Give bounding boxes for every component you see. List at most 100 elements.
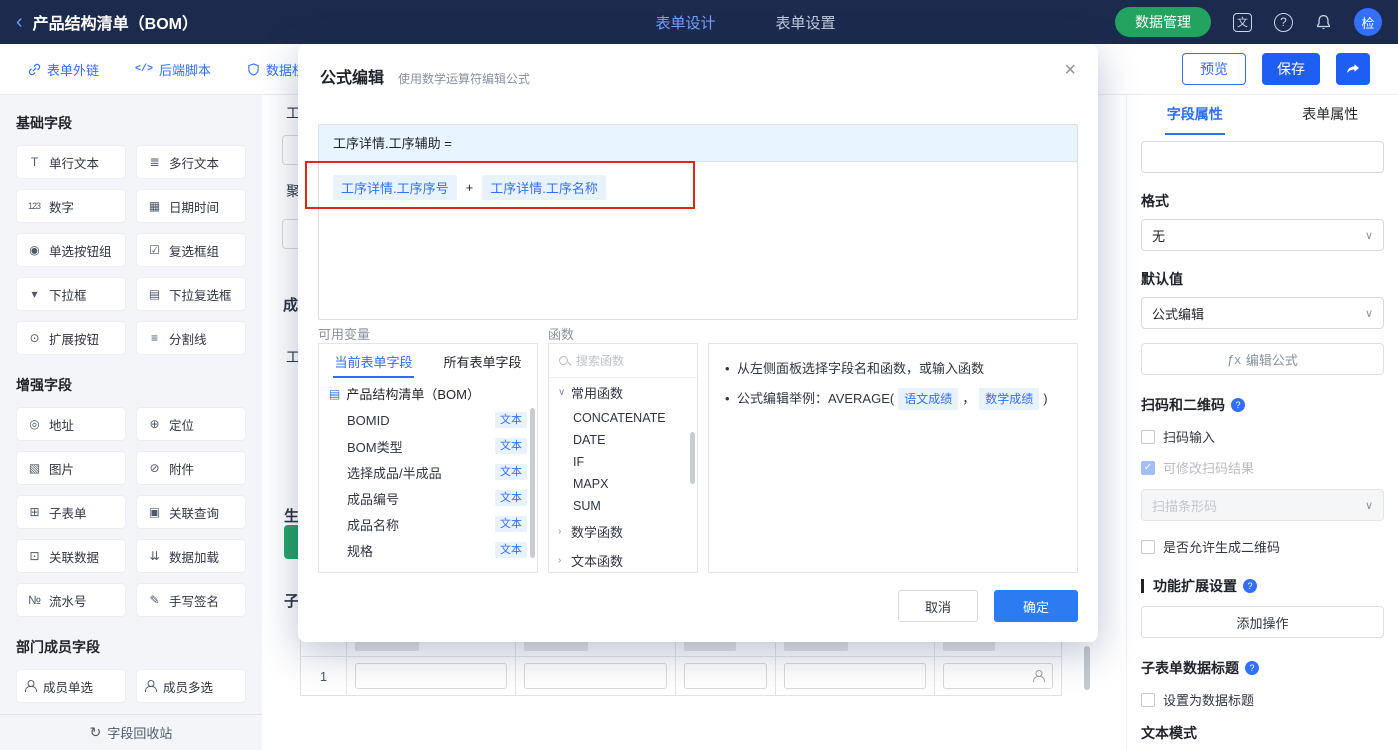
- number-icon: 123: [27, 201, 41, 211]
- formula-editor-box: 工序详情.工序辅助 = 工序详情.工序序号 + 工序详情.工序名称: [318, 124, 1078, 320]
- cell-input[interactable]: [354, 663, 508, 689]
- field-recycle-bin[interactable]: ↻ 字段回收站: [0, 714, 262, 750]
- tab-form-properties[interactable]: 表单属性: [1263, 95, 1398, 135]
- data-manage-button[interactable]: 数据管理: [1115, 7, 1211, 37]
- variable-row[interactable]: BOMID 文本: [319, 407, 537, 433]
- confirm-button[interactable]: 确定: [994, 590, 1078, 622]
- form-external-link[interactable]: 表单外链: [28, 60, 99, 79]
- modify-result-row: 可修改扫码结果: [1141, 458, 1384, 477]
- field-item-label: 关联查询: [169, 506, 220, 521]
- field-item-number[interactable]: 123 数字: [16, 189, 126, 223]
- save-button[interactable]: 保存: [1262, 53, 1320, 85]
- field-item-address[interactable]: ◎ 地址: [16, 407, 126, 441]
- tab-field-properties[interactable]: 字段属性: [1127, 95, 1263, 135]
- cell-input[interactable]: [783, 663, 927, 689]
- share-arrow-icon: [1345, 61, 1361, 77]
- scan-input-checkbox[interactable]: [1141, 429, 1155, 444]
- allow-qrcode-checkbox[interactable]: [1141, 539, 1155, 554]
- share-button[interactable]: [1336, 53, 1370, 85]
- variable-row[interactable]: 规格 文本: [319, 537, 537, 563]
- add-action-button[interactable]: 添加操作: [1141, 606, 1384, 638]
- canvas-scrollbar[interactable]: [1084, 646, 1090, 690]
- field-item-member-single[interactable]: 成员单选: [16, 669, 126, 703]
- field-item-radio-group[interactable]: ◉ 单选按钮组: [16, 233, 126, 267]
- formula-chip-1[interactable]: 工序详情.工序序号: [333, 175, 457, 200]
- formula-chip-2[interactable]: 工序详情.工序名称: [482, 175, 606, 200]
- function-item-sum[interactable]: SUM: [549, 495, 697, 517]
- variable-row[interactable]: 成品编号 文本: [319, 485, 537, 511]
- function-item-date[interactable]: DATE: [549, 429, 697, 451]
- field-item-signature[interactable]: ✎ 手写签名: [136, 583, 246, 617]
- field-item-checkbox-group[interactable]: ☑ 复选框组: [136, 233, 246, 267]
- field-item-dropdown[interactable]: ▾ 下拉框: [16, 277, 126, 311]
- field-item-attachment[interactable]: ⊘ 附件: [136, 451, 246, 485]
- cell-input[interactable]: [524, 663, 667, 689]
- variable-row[interactable]: BOM类型 文本: [319, 433, 537, 459]
- barcode-select: 扫描条形码 ∨: [1141, 489, 1384, 521]
- default-value-select[interactable]: 公式编辑 ∨: [1141, 297, 1384, 329]
- tab-current-form-fields[interactable]: 当前表单字段: [319, 344, 428, 378]
- variable-type-tag: 文本: [495, 490, 527, 506]
- edit-formula-button[interactable]: ƒx 编辑公式: [1141, 343, 1384, 375]
- field-item-single-line-text[interactable]: T 单行文本: [16, 145, 126, 179]
- functions-panel: ∨ 常用函数 CONCATENATE DATE IF MAPX SUM › 数学…: [548, 343, 698, 573]
- cell-input[interactable]: [684, 663, 767, 689]
- close-icon[interactable]: ×: [1064, 60, 1076, 80]
- variable-row[interactable]: 选择成品/半成品 文本: [319, 459, 537, 485]
- field-item-serial-number[interactable]: № 流水号: [16, 583, 126, 617]
- field-item-location[interactable]: ⊕ 定位: [136, 407, 246, 441]
- field-item-subform[interactable]: ⊞ 子表单: [16, 495, 126, 529]
- tab-all-form-fields[interactable]: 所有表单字段: [428, 344, 537, 378]
- field-title-input[interactable]: [1141, 141, 1384, 173]
- chevron-down-icon: ∨: [1364, 229, 1373, 242]
- backend-script-link[interactable]: </> 后端脚本: [135, 60, 211, 79]
- field-item-member-multi[interactable]: 成员多选: [136, 669, 246, 703]
- preview-button[interactable]: 预览: [1182, 53, 1246, 85]
- cancel-button[interactable]: 取消: [898, 590, 978, 622]
- field-item-multi-line-text[interactable]: ≣ 多行文本: [136, 145, 246, 179]
- question-icon[interactable]: ?: [1243, 579, 1257, 593]
- function-item-mapx[interactable]: MAPX: [549, 473, 697, 495]
- function-group-text[interactable]: › 文本函数: [549, 546, 697, 572]
- field-item-label: 分割线: [169, 332, 207, 347]
- function-item-if[interactable]: IF: [549, 451, 697, 473]
- scan-section-title: 扫码和二维码: [1141, 397, 1225, 413]
- bell-icon[interactable]: [1315, 14, 1332, 31]
- question-icon[interactable]: ?: [1231, 398, 1245, 412]
- functions-scrollbar[interactable]: [690, 432, 695, 484]
- dropdown-icon: ▾: [31, 287, 37, 301]
- variables-scrollbar[interactable]: [530, 408, 535, 558]
- field-item-extend-button[interactable]: ⊙ 扩展按钮: [16, 321, 126, 355]
- avatar[interactable]: 检: [1354, 8, 1382, 36]
- nav-form-settings[interactable]: 表单设置: [776, 12, 836, 33]
- member-cell-input[interactable]: [943, 663, 1053, 689]
- language-icon[interactable]: 文: [1233, 12, 1252, 32]
- field-item-datetime[interactable]: ▦ 日期时间: [136, 189, 246, 223]
- chevron-right-icon: ›: [558, 555, 562, 566]
- variables-tree-root[interactable]: ▤ 产品结构清单（BOM）: [319, 378, 537, 407]
- function-group-common[interactable]: ∨ 常用函数: [549, 378, 697, 407]
- field-item-linked-data[interactable]: ⊡ 关联数据: [16, 539, 126, 573]
- format-select[interactable]: 无 ∨: [1141, 219, 1384, 251]
- modify-result-checkbox[interactable]: [1141, 460, 1155, 475]
- help-icon[interactable]: ?: [1274, 12, 1293, 32]
- field-item-divider[interactable]: ≡ 分割线: [136, 321, 246, 355]
- field-item-label: 定位: [169, 418, 195, 433]
- set-data-title-checkbox[interactable]: [1141, 692, 1155, 707]
- field-item-lookup[interactable]: ▣ 关联查询: [136, 495, 246, 529]
- field-item-data-load[interactable]: ⇊ 数据加载: [136, 539, 246, 573]
- variable-row[interactable]: 成品名称 文本: [319, 511, 537, 537]
- function-search-input[interactable]: [576, 353, 688, 368]
- question-icon[interactable]: ?: [1245, 661, 1259, 675]
- formula-input-area[interactable]: 工序详情.工序序号 + 工序详情.工序名称: [319, 162, 1077, 213]
- field-item-dropdown-multi[interactable]: ▤ 下拉复选框: [136, 277, 246, 311]
- basic-fields-grid: T 单行文本 ≣ 多行文本 123 数字 ▦ 日期时间 ◉ 单选按钮组 ☑ 复选框组 ▾ 下拉…: [16, 145, 246, 355]
- back-icon[interactable]: ‹: [16, 12, 23, 32]
- field-item-label: 多行文本: [169, 156, 220, 171]
- nav-form-design[interactable]: 表单设计: [655, 12, 715, 33]
- function-group-math[interactable]: › 数学函数: [549, 517, 697, 546]
- field-item-image[interactable]: ▧ 图片: [16, 451, 126, 485]
- field-item-label: 下拉复选框: [169, 288, 232, 303]
- function-item-concatenate[interactable]: CONCATENATE: [549, 407, 697, 429]
- header-right: 数据管理 文 ? 检: [1115, 7, 1382, 37]
